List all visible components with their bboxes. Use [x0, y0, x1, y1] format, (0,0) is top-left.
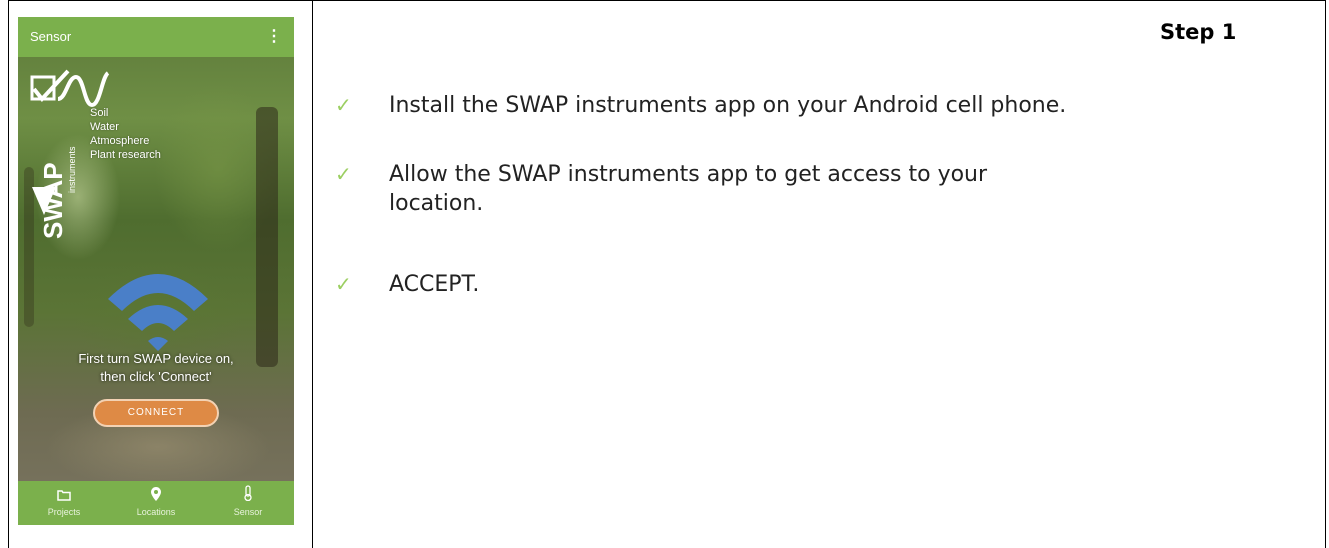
app-bar: Sensor ⋮ [18, 17, 294, 57]
list-item-line: Allow the SWAP instruments app to get ac… [389, 162, 988, 187]
list-item-text: Allow the SWAP instruments app to get ac… [389, 160, 987, 218]
nav-item-projects[interactable]: Projects [24, 485, 104, 517]
logo-line: Atmosphere [90, 135, 150, 147]
list-item-line: ACCEPT. [389, 272, 480, 297]
list-item-text: ACCEPT. [389, 270, 479, 299]
step-title: Step 1 [1160, 20, 1237, 44]
check-icon: ✓ [335, 162, 352, 186]
list-item-line: Install the SWAP instruments app on your… [389, 93, 1067, 118]
app-bar-title: Sensor [30, 29, 72, 44]
bottom-navigation: Projects Locations Sensor [18, 481, 294, 525]
check-icon: ✓ [335, 93, 352, 117]
column-divider [312, 0, 313, 548]
connect-instruction-line1: First turn SWAP device on, [78, 351, 234, 366]
background-tree [256, 107, 278, 367]
check-icon: ✓ [335, 272, 352, 296]
nav-item-label: Projects [47, 507, 81, 517]
logo-instruments-text: instruments [67, 146, 77, 193]
overflow-menu-icon[interactable]: ⋮ [266, 26, 282, 46]
logo-line: Water [90, 121, 119, 133]
logo-line: Soil [90, 107, 109, 119]
nav-item-label: Sensor [233, 507, 263, 517]
logo-brand-text: SWAP [38, 162, 68, 239]
connect-button[interactable]: CONNECT [93, 399, 219, 427]
nav-item-sensor[interactable]: Sensor [208, 485, 288, 517]
nav-item-locations[interactable]: Locations [116, 485, 196, 517]
thermometer-icon [208, 485, 288, 507]
wifi-icon [108, 274, 208, 351]
list-item-text: Install the SWAP instruments app on your… [389, 91, 1066, 120]
phone-screenshot: Sensor ⋮ SWAP instruments Soil Water Atm… [18, 17, 294, 525]
connect-instruction-line2: then click 'Connect' [100, 369, 212, 384]
list-item-line: location. [389, 191, 484, 216]
nav-item-label: Locations [136, 507, 176, 517]
logo-line: Plant research [90, 149, 161, 161]
swap-logo: SWAP instruments Soil Water Atmosphere P… [28, 69, 208, 239]
location-pin-icon [116, 485, 196, 507]
folder-icon [24, 485, 104, 507]
